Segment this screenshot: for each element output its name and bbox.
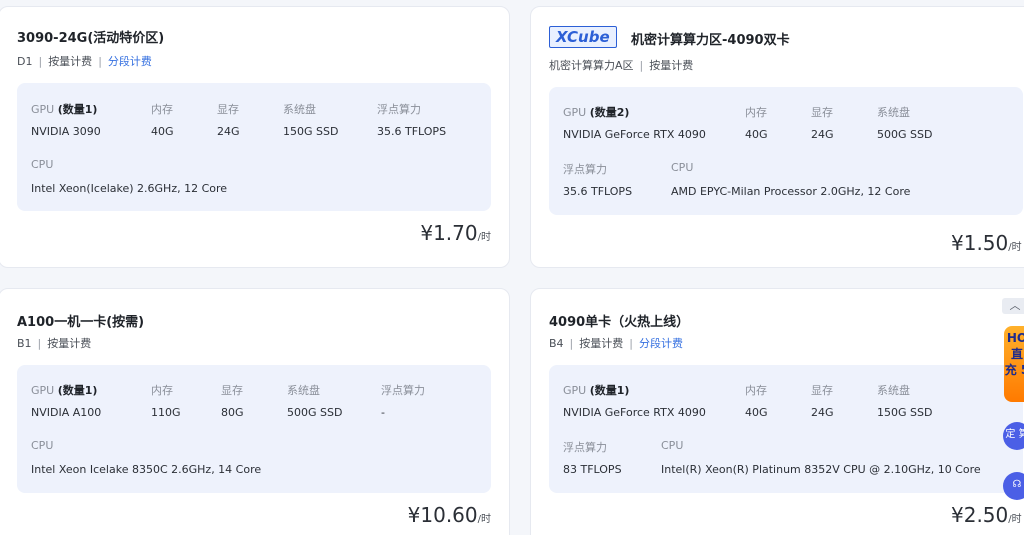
price-unit: /时 bbox=[1008, 514, 1022, 525]
customer-service-button[interactable]: ☊ bbox=[1003, 472, 1024, 500]
page: 3090-24G(活动特价区) D1 | 按量计费 | 分段计费 GPU (数量1) 内… bbox=[0, 0, 1024, 535]
region-code: 机密计算算力A区 bbox=[549, 59, 634, 72]
spec-panel: GPU (数量1) 内存 显存 系统盘 浮点算力 NVIDIA A100 110… bbox=[17, 365, 491, 493]
mem-label: 内存 bbox=[745, 384, 767, 397]
price-unit: /时 bbox=[1008, 242, 1022, 253]
flops-value: 83 TFLOPS bbox=[563, 463, 622, 476]
gpu-value: NVIDIA GeForce RTX 4090 bbox=[563, 128, 706, 141]
card-subtitle: D1 | 按量计费 | 分段计费 bbox=[17, 55, 152, 68]
mem-label: 内存 bbox=[151, 103, 173, 116]
card-title: A100一机一卡(按需) bbox=[17, 315, 145, 330]
mem-label: 内存 bbox=[745, 106, 767, 119]
gpu-label: GPU (数量1) bbox=[31, 103, 98, 116]
flops-label: 浮点算力 bbox=[377, 103, 421, 116]
spec-panel: GPU (数量1) 内存 显存 系统盘 NVIDIA GeForce RTX 4… bbox=[549, 365, 1023, 493]
mem-value: 40G bbox=[151, 125, 174, 138]
price: ¥1.50/时 bbox=[951, 231, 1022, 255]
flops-label: 浮点算力 bbox=[563, 163, 607, 176]
gpu-label: GPU (数量1) bbox=[563, 384, 630, 397]
mem-value: 110G bbox=[151, 406, 181, 419]
xcube-badge: XCube bbox=[549, 26, 617, 48]
disk-value: 150G SSD bbox=[283, 125, 339, 138]
cpu-label: CPU bbox=[671, 161, 694, 174]
vram-label: 显存 bbox=[811, 384, 833, 397]
spec-panel: GPU (数量2) 内存 显存 系统盘 NVIDIA GeForce RTX 4… bbox=[549, 87, 1023, 215]
price-amount: ¥1.70 bbox=[420, 221, 478, 245]
price-amount: ¥2.50 bbox=[951, 503, 1009, 527]
card-subtitle: B1 | 按量计费 bbox=[17, 337, 92, 350]
gpu-value: NVIDIA A100 bbox=[31, 406, 102, 419]
spec-panel: GPU (数量1) 内存 显存 系统盘 浮点算力 NVIDIA 3090 40G… bbox=[17, 83, 491, 211]
price-amount: ¥10.60 bbox=[407, 503, 478, 527]
mem-label: 内存 bbox=[151, 384, 173, 397]
segment-billing-link[interactable]: 分段计费 bbox=[639, 337, 683, 350]
cpu-value: Intel Xeon Icelake 8350C 2.6GHz, 14 Core bbox=[31, 463, 262, 476]
product-card-4090-dual[interactable]: XCube 机密计算算力区-4090双卡 机密计算算力A区 | 按量计费 GPU (… bbox=[530, 6, 1024, 268]
region-code: B1 bbox=[17, 337, 32, 350]
card-title: 机密计算算力区-4090双卡 bbox=[631, 33, 790, 48]
card-subtitle: B4 | 按量计费 | 分段计费 bbox=[549, 337, 683, 350]
price-unit: /时 bbox=[477, 514, 491, 525]
cpu-value: Intel Xeon(Icelake) 2.6GHz, 12 Core bbox=[31, 182, 228, 195]
headset-icon: ☊ bbox=[1012, 479, 1022, 490]
segment-billing-link[interactable]: 分段计费 bbox=[108, 55, 152, 68]
disk-label: 系统盘 bbox=[877, 384, 910, 397]
disk-value: 500G SSD bbox=[877, 128, 933, 141]
disk-value: 150G SSD bbox=[877, 406, 933, 419]
price: ¥2.50/时 bbox=[951, 503, 1022, 527]
flops-label: 浮点算力 bbox=[563, 441, 607, 454]
price: ¥1.70/时 bbox=[420, 221, 491, 245]
product-card-a100[interactable]: A100一机一卡(按需) B1 | 按量计费 GPU (数量1) 内存 显存 系统盘… bbox=[0, 288, 510, 535]
billing-label: 按量计费 bbox=[47, 337, 92, 350]
cpu-value: AMD EPYC-Milan Processor 2.0GHz, 12 Core bbox=[671, 185, 911, 198]
vram-value: 24G bbox=[217, 125, 240, 138]
price-amount: ¥1.50 bbox=[951, 231, 1009, 255]
flops-label: 浮点算力 bbox=[381, 384, 425, 397]
disk-label: 系统盘 bbox=[283, 103, 316, 116]
gpu-label: GPU (数量2) bbox=[563, 106, 630, 119]
billing-label: 按量计费 bbox=[579, 337, 624, 350]
cpu-value: Intel(R) Xeon(R) Platinum 8352V CPU @ 2.… bbox=[661, 463, 981, 476]
mem-value: 40G bbox=[745, 128, 768, 141]
vram-label: 显存 bbox=[221, 384, 243, 397]
side-action-button[interactable]: 定 算 bbox=[1003, 422, 1024, 450]
price-unit: /时 bbox=[477, 232, 491, 243]
promo-text: HO 直 充 5 bbox=[1004, 331, 1024, 377]
flops-value: 35.6 TFLOPS bbox=[377, 125, 447, 138]
disk-label: 系统盘 bbox=[877, 106, 910, 119]
price: ¥10.60/时 bbox=[408, 503, 491, 527]
card-title: 3090-24G(活动特价区) bbox=[17, 31, 165, 46]
vram-value: 80G bbox=[221, 406, 244, 419]
product-card-3090[interactable]: 3090-24G(活动特价区) D1 | 按量计费 | 分段计费 GPU (数量1) 内… bbox=[0, 6, 510, 268]
gpu-value: NVIDIA 3090 bbox=[31, 125, 101, 138]
disk-label: 系统盘 bbox=[287, 384, 320, 397]
chevron-up-icon: ︿ bbox=[1009, 299, 1021, 312]
promo-banner[interactable]: HO 直 充 5 bbox=[1004, 326, 1024, 402]
flops-value: 35.6 TFLOPS bbox=[563, 185, 633, 198]
region-code: D1 bbox=[17, 55, 33, 68]
gpu-label: GPU (数量1) bbox=[31, 384, 98, 397]
card-subtitle: 机密计算算力A区 | 按量计费 bbox=[549, 59, 694, 72]
cpu-label: CPU bbox=[31, 158, 54, 171]
vram-label: 显存 bbox=[811, 106, 833, 119]
vram-value: 24G bbox=[811, 128, 834, 141]
mem-value: 40G bbox=[745, 406, 768, 419]
cpu-label: CPU bbox=[661, 439, 684, 452]
card-title: 4090单卡（火热上线） bbox=[549, 315, 690, 330]
vram-value: 24G bbox=[811, 406, 834, 419]
region-code: B4 bbox=[549, 337, 564, 350]
billing-label: 按量计费 bbox=[649, 59, 694, 72]
side-action-label: 定 算 bbox=[1005, 429, 1024, 440]
vram-label: 显存 bbox=[217, 103, 239, 116]
product-card-4090-single[interactable]: 4090单卡（火热上线） B4 | 按量计费 | 分段计费 GPU (数量1) 内存 显… bbox=[530, 288, 1024, 535]
back-to-top-button[interactable]: ︿ bbox=[1002, 298, 1024, 314]
flops-value: - bbox=[381, 406, 385, 419]
disk-value: 500G SSD bbox=[287, 406, 343, 419]
cpu-label: CPU bbox=[31, 439, 54, 452]
gpu-value: NVIDIA GeForce RTX 4090 bbox=[563, 406, 706, 419]
billing-label: 按量计费 bbox=[48, 55, 93, 68]
